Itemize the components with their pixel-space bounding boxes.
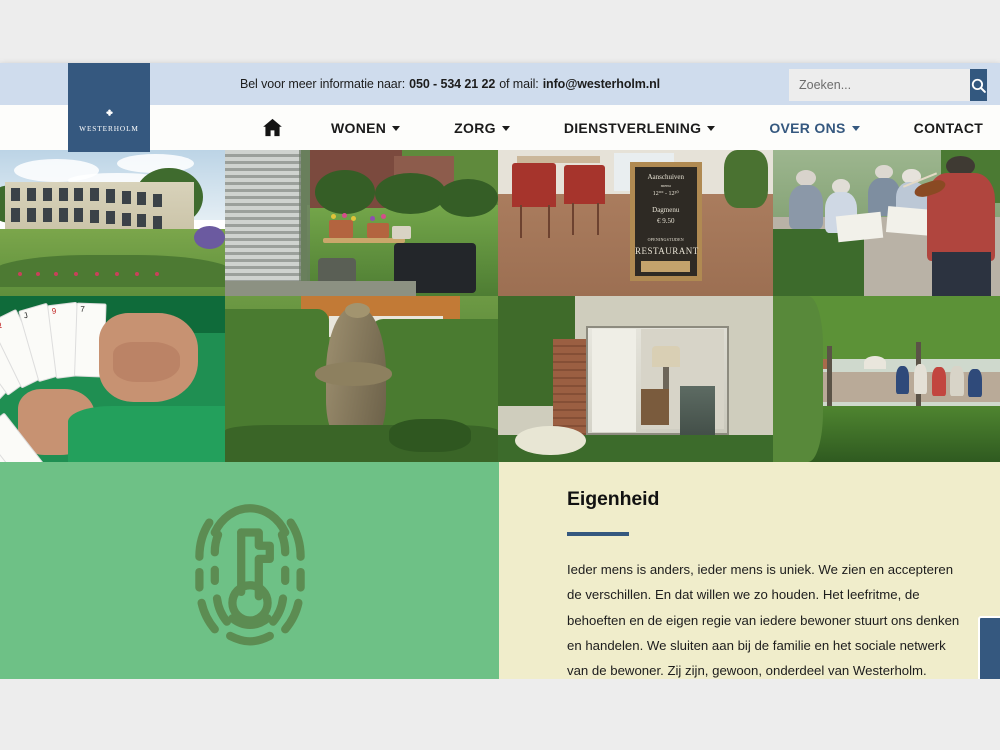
nav-item-home[interactable] — [262, 118, 283, 137]
nav-item-over-ons[interactable]: OVER ONS — [769, 119, 860, 136]
home-icon — [263, 118, 282, 137]
nav-item-zorg[interactable]: ZORG — [454, 120, 510, 136]
site-logo[interactable]: WESTERHOLM — [68, 63, 150, 152]
mosaic-tile-terrace-table-flowers[interactable] — [225, 150, 498, 296]
search-input[interactable] — [789, 69, 970, 101]
chalk-line-3: 12°° - 12³⁰ — [652, 190, 679, 197]
mosaic-tile-garden-party-pergola[interactable] — [773, 296, 1000, 462]
photo-mosaic: Aanschuiven menu 12°° - 12³⁰ Dagmenu € 9… — [0, 150, 1000, 462]
nav-item-dienstverlening[interactable]: DIENSTVERLENING — [564, 120, 716, 136]
search-form — [789, 69, 987, 101]
nav-item-wonen[interactable]: WONEN — [331, 119, 401, 136]
mosaic-tile-playing-cards-hands[interactable]: A K Q J 9 7 A 2 5 — [0, 296, 225, 462]
website-container: Bel voor meer informatie naar: 050 - 534… — [0, 63, 1000, 679]
chalk-line-1: Aanschuiven — [647, 173, 685, 182]
mosaic-tile-restaurant-chalkboard[interactable]: Aanschuiven menu 12°° - 12³⁰ Dagmenu € 9… — [498, 150, 773, 296]
nav-item-wonen-label: WONEN — [331, 119, 387, 136]
title-divider — [567, 532, 629, 536]
chevron-down-icon — [851, 126, 860, 131]
feature-section: Eigenheid Ieder mens is anders, ieder me… — [0, 462, 1000, 679]
chalk-line-5: € 9.50 — [657, 217, 675, 226]
page-background-bottom — [0, 679, 1000, 750]
nav-item-zorg-label: ZORG — [454, 119, 496, 136]
chalk-line-4: Dagmenu — [652, 206, 680, 215]
nav-item-over-ons-label: OVER ONS — [769, 119, 846, 136]
chalkboard: Aanschuiven menu 12°° - 12³⁰ Dagmenu € 9… — [630, 161, 702, 282]
contact-email[interactable]: info@westerholm.nl — [543, 77, 660, 91]
main-navigation: WONEN ZORG DIENSTVERLENING OVER ONS CONT — [0, 105, 1000, 150]
fingerprint-key-icon — [194, 503, 305, 646]
nav-item-dienstverlening-label: DIENSTVERLENING — [563, 119, 702, 136]
feature-body-text: Ieder mens is anders, ieder mens is unie… — [567, 562, 960, 679]
mosaic-tile-violinist-for-residents[interactable] — [773, 150, 1000, 296]
chalk-line-7: RESTAURANT — [635, 245, 699, 256]
contact-mid-text: of mail: — [499, 77, 539, 91]
feature-title: Eigenheid — [567, 488, 660, 510]
search-button[interactable] — [970, 69, 987, 101]
mosaic-tile-terrace-doors-lamp[interactable] — [498, 296, 773, 462]
feature-icon-panel — [0, 462, 499, 679]
logo-wordmark: WESTERHOLM — [79, 123, 139, 133]
chalk-line-6: OPENINGSTIJDEN — [647, 236, 684, 242]
feature-text-panel: Eigenheid Ieder mens is anders, ieder me… — [499, 462, 1000, 679]
feedback-side-tab[interactable] — [978, 616, 1000, 679]
chalk-line-2: menu — [660, 183, 671, 189]
utility-bar: Bel voor meer informatie naar: 050 - 534… — [0, 63, 1000, 105]
contact-phone[interactable]: 050 - 534 21 22 — [409, 77, 495, 91]
mosaic-tile-bronze-statue-hedge-garden[interactable] — [225, 296, 498, 462]
chevron-down-icon — [392, 126, 401, 131]
search-icon — [971, 78, 986, 93]
nav-item-contact-label: CONTACT — [913, 119, 984, 136]
quatrefoil-cross-icon — [105, 108, 113, 116]
chevron-down-icon — [707, 126, 716, 131]
page-background-top — [0, 0, 1000, 63]
chevron-down-icon — [501, 126, 510, 131]
nav-item-contact[interactable]: CONTACT — [914, 120, 984, 136]
browser-page: Bel voor meer informatie naar: 050 - 534… — [0, 0, 1000, 750]
contact-lead-text: Bel voor meer informatie naar: — [239, 77, 406, 91]
mosaic-tile-care-residence-exterior[interactable] — [0, 150, 225, 296]
